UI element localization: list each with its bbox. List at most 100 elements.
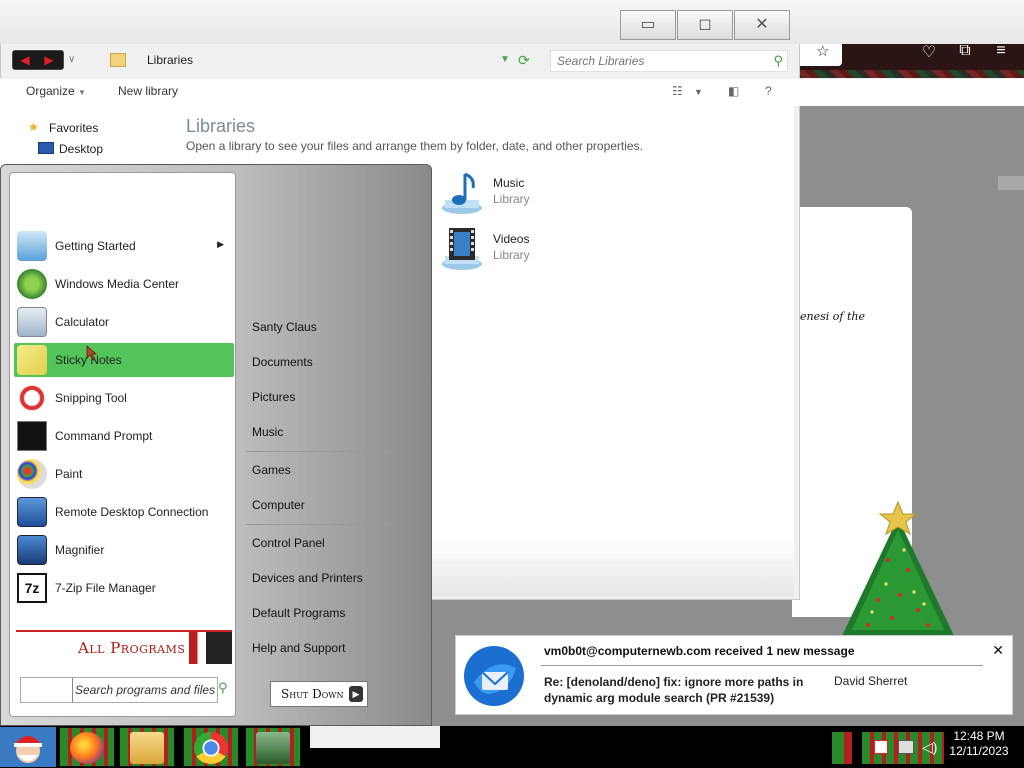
organize-chevron-icon: ▼ (78, 88, 86, 97)
maximize-button[interactable]: ◻ (677, 10, 733, 40)
library-type: Library (493, 192, 530, 206)
explorer-titlebar (0, 0, 1024, 44)
content-footer-gradient (432, 540, 794, 596)
mouse-cursor-icon (86, 345, 98, 361)
thunderbird-icon (464, 646, 524, 706)
pocket-icon[interactable]: ♡ (918, 42, 940, 62)
program-calculator[interactable]: Calculator (14, 305, 234, 339)
minimize-button[interactable]: ▭ (620, 10, 676, 40)
start-search-box[interactable]: Search programs and files (20, 677, 218, 703)
mail-notification[interactable]: vm0b0t@computernewb.com received 1 new m… (455, 635, 1013, 715)
program-windows-media-center[interactable]: Windows Media Center (14, 267, 234, 301)
place-games[interactable]: Games (252, 463, 291, 477)
program-label: Remote Desktop Connection (55, 505, 209, 519)
program-getting-started[interactable]: Getting Started ▶ (14, 229, 234, 263)
library-name: Music (493, 176, 525, 190)
place-computer[interactable]: Computer (252, 498, 305, 512)
all-programs-button[interactable]: All Programs (16, 630, 232, 664)
7zip-icon: 7z (17, 573, 47, 603)
view-options-icon[interactable]: ☷ (672, 84, 683, 98)
shutdown-options-icon[interactable]: ▶ (349, 686, 363, 702)
start-search-placeholder: Search programs and files (75, 683, 216, 697)
notification-divider (541, 665, 983, 666)
place-help-support[interactable]: Help and Support (252, 641, 345, 655)
favorites-star-icon: ★ (28, 120, 39, 134)
program-snipping-tool[interactable]: Snipping Tool (14, 381, 234, 415)
shutdown-button[interactable]: Shut Down ▶ (270, 681, 368, 707)
view-dropdown-icon[interactable]: ▼ (694, 87, 703, 97)
shutdown-label: Shut Down (281, 687, 344, 701)
firefox-icon (70, 732, 104, 764)
notification-close-button[interactable]: ✕ (992, 642, 1004, 659)
extensions-icon[interactable]: ⧉ (954, 42, 976, 60)
place-devices-printers[interactable]: Devices and Printers (252, 571, 363, 585)
search-input[interactable] (551, 51, 751, 71)
program-label: Snipping Tool (55, 391, 127, 405)
help-button[interactable]: ? (765, 84, 772, 98)
program-remote-desktop[interactable]: Remote Desktop Connection (14, 495, 234, 529)
program-command-prompt[interactable]: Command Prompt (14, 419, 234, 453)
place-documents[interactable]: Documents (252, 355, 313, 369)
taskbar-chrome[interactable] (183, 727, 239, 767)
nav-buttons: ◀ ▶ (12, 50, 64, 70)
background-scroll-bar (998, 176, 1024, 190)
preview-pane-icon[interactable]: ◧ (728, 84, 739, 98)
organize-button[interactable]: Organize ▼ (26, 84, 86, 98)
place-control-panel[interactable]: Control Panel (252, 536, 325, 550)
search-box[interactable]: ⚲ (550, 50, 788, 72)
search-icon[interactable]: ⚲ (773, 53, 783, 69)
magnifier-icon (17, 535, 47, 565)
menu-icon[interactable]: ≡ (990, 42, 1012, 60)
paint-icon (17, 459, 47, 489)
notification-sender: David Sherret (834, 674, 908, 688)
taskbar-clock[interactable]: 12:48 PM 12/11/2023 (946, 729, 1012, 759)
taskbar-computer-app[interactable] (245, 727, 301, 767)
breadcrumb-libraries[interactable]: Libraries (147, 53, 193, 67)
close-button[interactable]: ✕ (734, 10, 790, 40)
system-tray: ◁) (862, 732, 944, 764)
videos-library-icon (442, 228, 482, 270)
place-music[interactable]: Music (252, 425, 283, 439)
library-name: Videos (493, 232, 530, 246)
taskbar-firefox[interactable] (59, 727, 115, 767)
back-arrow-icon[interactable]: ◀ (13, 51, 37, 69)
nav-favorites[interactable]: Favorites (49, 121, 98, 135)
christmas-tree-icon (840, 500, 956, 640)
page-title: Libraries (186, 116, 256, 136)
recent-pages-chevron-icon[interactable]: ∨ (68, 54, 75, 65)
start-search-icon[interactable]: ⚲ (218, 680, 228, 696)
start-button[interactable] (0, 727, 56, 767)
program-magnifier[interactable]: Magnifier (14, 533, 234, 567)
tray-show-desktop[interactable] (832, 732, 852, 764)
program-sticky-notes[interactable]: Sticky Notes (14, 343, 234, 377)
place-user[interactable]: Santy Claus (252, 320, 317, 334)
bookmark-star-icon[interactable]: ☆ (816, 42, 829, 60)
getting-started-icon (17, 231, 47, 261)
network-icon[interactable] (898, 740, 914, 754)
snipping-tool-icon (17, 383, 47, 413)
nav-desktop[interactable]: Desktop (59, 142, 103, 156)
program-label: Paint (55, 467, 83, 481)
desktop-icon (38, 142, 54, 154)
program-label: Calculator (55, 315, 110, 329)
library-type: Library (493, 248, 530, 262)
taskbar-file-explorer[interactable] (119, 727, 175, 767)
start-search-input[interactable] (21, 678, 73, 702)
clock-date: 12/11/2023 (949, 744, 1009, 758)
address-dropdown-icon[interactable]: ▼ (500, 54, 510, 65)
sticky-notes-icon (17, 345, 47, 375)
place-default-programs[interactable]: Default Programs (252, 606, 345, 620)
action-center-icon[interactable] (874, 740, 888, 754)
page-description: Open a library to see your files and arr… (186, 139, 643, 153)
notification-title: vm0b0t@computernewb.com received 1 new m… (544, 644, 855, 658)
program-label: Command Prompt (55, 429, 153, 443)
place-pictures[interactable]: Pictures (252, 390, 295, 404)
program-7zip[interactable]: 7z 7-Zip File Manager (14, 571, 234, 605)
forward-arrow-icon[interactable]: ▶ (37, 51, 61, 69)
volume-icon[interactable]: ◁) (922, 739, 937, 756)
new-library-button[interactable]: New library (118, 84, 178, 98)
taskbar-blank-region (310, 726, 440, 748)
program-paint[interactable]: Paint (14, 457, 234, 491)
refresh-icon[interactable]: ⟳ (518, 52, 530, 69)
all-programs-label: All Programs (78, 639, 186, 657)
